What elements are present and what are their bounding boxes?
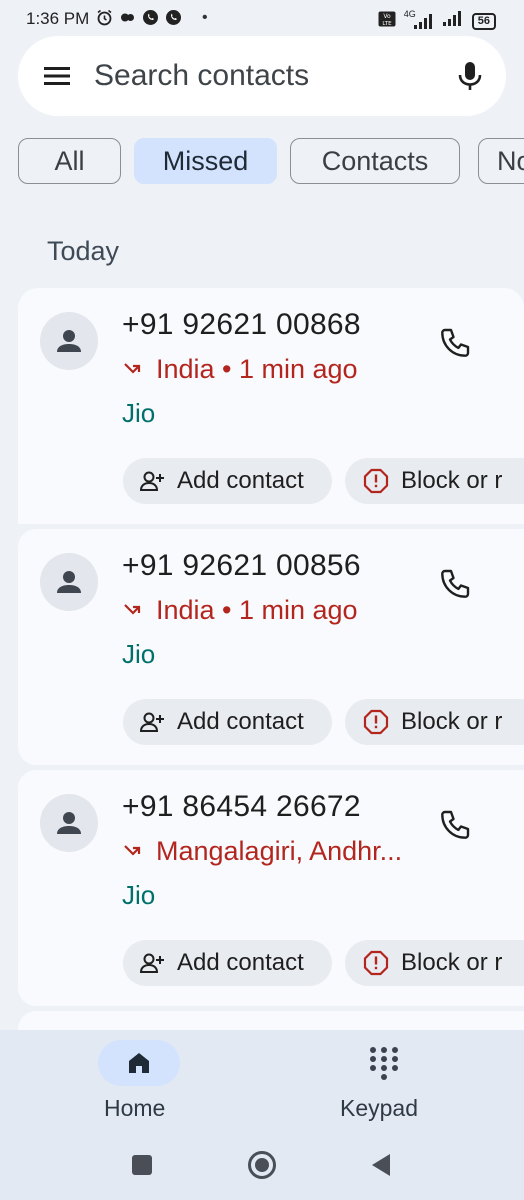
- recent-apps-icon[interactable]: [131, 1154, 153, 1181]
- more-notifications-dot: •: [202, 9, 208, 26]
- add-contact-label: Add contact: [177, 467, 304, 494]
- call-log-item[interactable]: +91 92621 00868 India • 1 min ago Jio Ad…: [18, 288, 524, 524]
- whatsapp-icon: [142, 9, 159, 26]
- report-icon: [363, 950, 389, 976]
- block-or-report-label: Block or r: [401, 467, 503, 494]
- call-details: Mangalagiri, Andhr...: [122, 836, 402, 867]
- system-status-icons: Vo LTE 4G 56: [378, 9, 496, 32]
- call-detail-text: Mangalagiri, Andhr...: [156, 836, 403, 866]
- search-input[interactable]: [94, 56, 434, 96]
- call-back-icon[interactable]: [438, 326, 472, 360]
- filter-chip-all[interactable]: All: [18, 138, 121, 184]
- person-icon: [57, 571, 81, 593]
- signal-strength-icon: 4G: [404, 9, 434, 30]
- alarm-icon: [96, 9, 113, 26]
- microphone-icon[interactable]: [456, 60, 484, 92]
- add-contact-button[interactable]: Add contact: [123, 940, 332, 986]
- filter-chips: All Missed Contacts No: [18, 138, 524, 186]
- avatar: [40, 794, 98, 852]
- whatsapp-icon: [165, 9, 182, 26]
- add-contact-label: Add contact: [177, 708, 304, 735]
- report-icon: [363, 468, 389, 494]
- battery-indicator: 56: [471, 12, 496, 30]
- nav-home-label[interactable]: Home: [104, 1095, 165, 1122]
- block-or-report-label: Block or r: [401, 708, 503, 735]
- missed-call-icon: [124, 844, 141, 856]
- caller-number: +91 92621 00856: [122, 549, 361, 582]
- search-bar: [18, 36, 506, 116]
- notification-icons: [96, 9, 182, 26]
- back-icon[interactable]: [370, 1153, 392, 1182]
- report-icon: [363, 709, 389, 735]
- filter-chip-missed[interactable]: Missed: [134, 138, 277, 184]
- home-icon: [129, 1053, 149, 1073]
- svg-text:LTE: LTE: [382, 21, 392, 27]
- call-details: India • 1 min ago: [122, 595, 358, 626]
- add-contact-button[interactable]: Add contact: [123, 458, 332, 504]
- dialpad-icon[interactable]: [368, 1046, 400, 1080]
- person-icon: [57, 330, 81, 352]
- carrier-label: Jio: [122, 880, 156, 910]
- add-person-icon: [139, 471, 164, 491]
- bottom-navigation: Home Keypad: [0, 1030, 524, 1134]
- caller-number: +91 86454 26672: [122, 790, 361, 823]
- carrier-label: Jio: [122, 398, 156, 428]
- app-notification-icon: [119, 9, 136, 26]
- status-time: 1:36 PM: [26, 9, 90, 28]
- avatar: [40, 312, 98, 370]
- call-log-item[interactable]: +91 92621 00856 India • 1 min ago Jio Ad…: [18, 529, 524, 765]
- nav-keypad-label[interactable]: Keypad: [340, 1095, 418, 1122]
- add-person-icon: [139, 712, 164, 732]
- section-heading-today: Today: [47, 236, 120, 266]
- person-icon: [57, 812, 81, 834]
- status-bar: 1:36 PM • Vo LTE 4G 56: [0, 0, 524, 36]
- call-details: India • 1 min ago: [122, 354, 358, 385]
- volte-icon: Vo LTE: [378, 11, 396, 32]
- block-or-report-button[interactable]: Block or r: [345, 458, 524, 504]
- call-back-icon[interactable]: [438, 808, 472, 842]
- missed-call-icon: [124, 362, 141, 374]
- missed-call-icon: [124, 603, 141, 615]
- signal-strength-icon-2: [442, 10, 464, 32]
- call-detail-text: India • 1 min ago: [156, 354, 358, 384]
- hamburger-menu-icon[interactable]: [42, 62, 72, 90]
- block-or-report-label: Block or r: [401, 949, 503, 976]
- block-or-report-button[interactable]: Block or r: [345, 699, 524, 745]
- nav-home-button[interactable]: [98, 1040, 180, 1086]
- avatar: [40, 553, 98, 611]
- call-back-icon[interactable]: [438, 567, 472, 601]
- phone-app-screen: 1:36 PM • Vo LTE 4G 56 Search contacts A…: [0, 0, 524, 1200]
- add-contact-button[interactable]: Add contact: [123, 699, 332, 745]
- add-contact-label: Add contact: [177, 949, 304, 976]
- filter-chip-contacts[interactable]: Contacts: [290, 138, 460, 184]
- carrier-label: Jio: [122, 639, 156, 669]
- filter-chip-partial[interactable]: No: [478, 138, 524, 184]
- svg-text:Vo: Vo: [383, 13, 391, 20]
- home-button-icon[interactable]: [247, 1150, 277, 1185]
- block-or-report-button[interactable]: Block or r: [345, 940, 524, 986]
- system-navigation-bar: [0, 1134, 524, 1200]
- call-detail-text: India • 1 min ago: [156, 595, 358, 625]
- call-log-item[interactable]: +91 86454 26672 Mangalagiri, Andhr... Ji…: [18, 770, 524, 1006]
- caller-number: +91 92621 00868: [122, 308, 361, 341]
- add-person-icon: [139, 953, 164, 973]
